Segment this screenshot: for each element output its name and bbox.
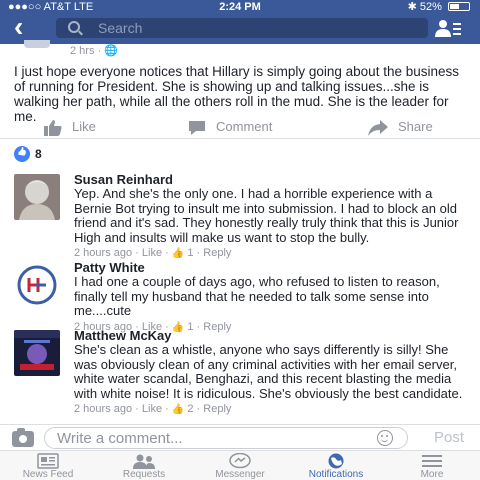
comment-body: Matthew McKay She's clean as a whistle, … (74, 328, 470, 417)
commenter-name[interactable]: Patty White (74, 260, 470, 275)
comment-time: 2 hours ago (74, 247, 133, 259)
news-feed-icon (37, 453, 59, 469)
nav-row: ‹ Search (0, 13, 480, 41)
tab-notifications[interactable]: Notifications (288, 451, 384, 480)
commenter-name[interactable]: Matthew McKay (74, 328, 470, 343)
comment-button[interactable]: Comment (188, 116, 272, 138)
camera-icon[interactable] (12, 428, 34, 447)
divider (0, 138, 480, 139)
thumbs-up-icon: 👍 (171, 404, 185, 415)
search-icon (68, 21, 80, 33)
comment-meta: 2 hours ago · Like · 👍 2 · Reply (74, 403, 232, 415)
status-bar: ●●●○○ AT&T LTE 2:24 PM ✱ 52% (0, 0, 480, 14)
like-summary[interactable]: 8 (14, 146, 42, 162)
tab-label: Requests (122, 469, 166, 480)
thumbs-up-icon: 👍 (171, 248, 185, 259)
requests-icon (133, 454, 155, 469)
like-button[interactable]: Like (44, 116, 96, 138)
comment-reply-link[interactable]: Reply (203, 403, 231, 415)
comment-composer: Write a comment... Post (0, 424, 480, 450)
comment-input[interactable]: Write a comment... (44, 427, 408, 449)
comment-reply-link[interactable]: Reply (203, 247, 231, 259)
like-count: 8 (35, 147, 42, 161)
tab-label: Notifications (308, 469, 364, 480)
tab-more[interactable]: More (384, 451, 480, 480)
post-text: I just hope everyone notices that Hillar… (14, 64, 459, 124)
tab-messenger[interactable]: Messenger (192, 451, 288, 480)
comment-body: Susan Reinhard Yep. And she's the only o… (74, 172, 470, 261)
avatar-photo (14, 174, 60, 220)
search-box[interactable]: Search (56, 18, 428, 38)
post-timestamp: 2 hrs · 🌐 (70, 45, 118, 57)
like-reaction-icon (14, 146, 30, 162)
comment-text: I had one a couple of days ago, who refu… (74, 274, 440, 318)
back-icon[interactable]: ‹ (14, 13, 38, 41)
status-right: ✱ 52% (408, 0, 470, 14)
avatar-photo (14, 262, 60, 308)
hamburger-icon (422, 455, 442, 467)
search-placeholder: Search (98, 20, 143, 36)
bluetooth-icon: ✱ (407, 1, 417, 13)
post-actions: Like Comment Share (0, 116, 480, 138)
share-button[interactable]: Share (368, 116, 433, 138)
tab-requests[interactable]: Requests (96, 451, 192, 480)
comment-meta: 2 hours ago · Like · 👍 1 · Reply (74, 247, 232, 259)
commenter-name[interactable]: Susan Reinhard (74, 172, 470, 187)
comment-time: 2 hours ago (74, 403, 133, 415)
battery-icon (448, 2, 470, 11)
tab-label: News Feed (22, 469, 74, 480)
avatar[interactable] (14, 330, 60, 376)
avatar[interactable] (14, 262, 60, 308)
share-icon (368, 119, 388, 136)
tab-news-feed[interactable]: News Feed (0, 451, 96, 480)
friend-requests-icon[interactable] (434, 18, 462, 38)
post-button[interactable]: Post (434, 429, 464, 446)
top-bar: ●●●○○ AT&T LTE 2:24 PM ✱ 52% ‹ Search (0, 0, 480, 44)
messenger-icon (229, 453, 251, 469)
comment-like-link[interactable]: Like (142, 403, 162, 415)
comment-like-count: 2 (187, 403, 194, 415)
battery-percent: 52% (419, 1, 442, 13)
thumbs-up-icon (44, 119, 62, 136)
comment-like-count: 1 (187, 247, 194, 259)
tab-label: Messenger (215, 469, 265, 480)
globe-icon (328, 453, 344, 469)
like-label: Like (72, 119, 96, 134)
share-label: Share (398, 119, 433, 134)
comment-text: Yep. And she's the only one. I had a hor… (74, 186, 459, 245)
avatar-photo (14, 330, 60, 376)
tab-bar: News Feed Requests Messenger Notificatio… (0, 450, 480, 480)
comment-text: She's clean as a whistle, anyone who say… (74, 342, 463, 401)
comment-like-link[interactable]: Like (142, 247, 162, 259)
avatar[interactable] (14, 174, 60, 220)
sticker-icon[interactable] (377, 430, 393, 446)
post-author-avatar[interactable] (24, 40, 50, 48)
comment-label: Comment (216, 119, 273, 134)
comment-icon (189, 120, 205, 135)
tab-label: More (420, 469, 444, 480)
comment-body: Patty White I had one a couple of days a… (74, 260, 470, 335)
comment-placeholder: Write a comment... (57, 430, 183, 447)
